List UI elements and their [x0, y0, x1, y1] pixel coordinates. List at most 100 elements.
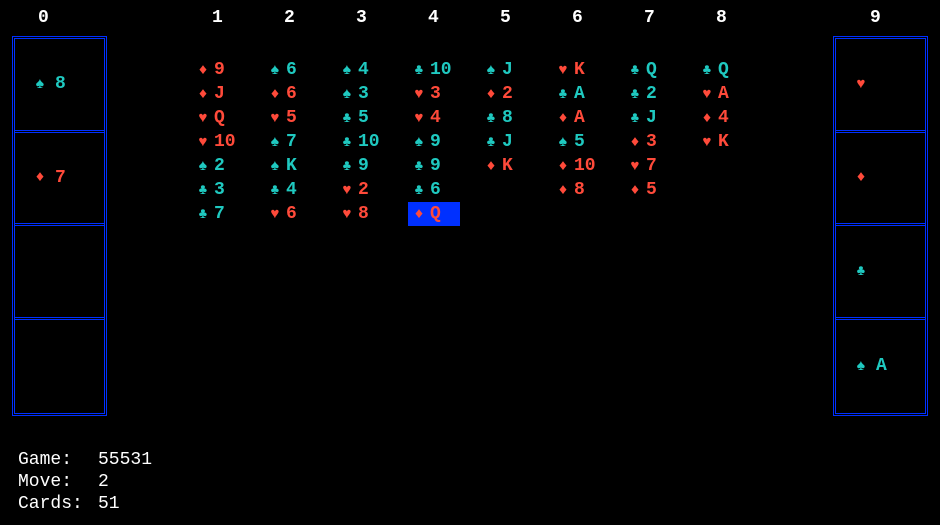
tableau-card[interactable]: ♠6 [264, 58, 316, 82]
card-rank: J [502, 60, 526, 80]
foundation-slot-2[interactable]: ♣ [836, 226, 925, 320]
spades-icon: ♠ [556, 134, 570, 151]
clubs-icon: ♣ [628, 62, 642, 79]
tableau-card[interactable]: ♣10 [408, 58, 460, 82]
card-rank: 2 [214, 156, 238, 176]
card-rank: K [574, 60, 598, 80]
card-rank: 10 [214, 132, 238, 152]
column-header-6: 6 [572, 8, 583, 28]
tableau-card[interactable]: ♦6 [264, 82, 316, 106]
tableau-card[interactable]: ♣9 [336, 154, 388, 178]
tableau-card[interactable]: ♥4 [408, 106, 460, 130]
tableau-column-4[interactable]: ♣10♥3♥4♠9♣9♣6♦Q [408, 58, 460, 226]
foundation-slot-1[interactable]: ♦ [836, 133, 925, 227]
game-label: Game: [18, 449, 98, 471]
tableau-column-5[interactable]: ♠J♦2♣8♣J♦K [480, 58, 532, 178]
tableau-card[interactable]: ♦J [192, 82, 244, 106]
diamonds-icon: ♦ [628, 182, 642, 199]
tableau-card[interactable]: ♦4 [696, 106, 748, 130]
tableau-card[interactable]: ♦8 [552, 178, 604, 202]
tableau-card[interactable]: ♠9 [408, 130, 460, 154]
tableau-card[interactable]: ♥2 [336, 178, 388, 202]
hearts-icon: ♥ [340, 182, 354, 199]
tableau-card[interactable]: ♣3 [192, 178, 244, 202]
tableau-card[interactable]: ♥10 [192, 130, 244, 154]
tableau-card[interactable]: ♣2 [624, 82, 676, 106]
tableau-column-1[interactable]: ♦9♦J♥Q♥10♠2♣3♣7 [192, 58, 244, 226]
card-rank: K [286, 156, 310, 176]
tableau-card[interactable]: ♦5 [624, 178, 676, 202]
tableau-card[interactable]: ♠5 [552, 130, 604, 154]
tableau-card[interactable]: ♥A [696, 82, 748, 106]
tableau-card[interactable]: ♣7 [192, 202, 244, 226]
tableau-card[interactable]: ♣5 [336, 106, 388, 130]
tableau-card[interactable]: ♦9 [192, 58, 244, 82]
column-header-5: 5 [500, 8, 511, 28]
tableau-column-2[interactable]: ♠6♦6♥5♠7♠K♣4♥6 [264, 58, 316, 226]
card-rank: 4 [286, 180, 310, 200]
card-rank: Q [646, 60, 670, 80]
freecell-slot-1[interactable]: ♦7 [15, 133, 104, 227]
card-rank: 2 [358, 180, 382, 200]
tableau-card[interactable]: ♦3 [624, 130, 676, 154]
tableau-card[interactable]: ♥K [552, 58, 604, 82]
tableau-card[interactable]: ♠J [480, 58, 532, 82]
clubs-icon: ♣ [340, 158, 354, 175]
foundations[interactable]: ♥♦♣♠A [833, 36, 928, 416]
tableau-card[interactable]: ♥5 [264, 106, 316, 130]
tableau-card[interactable]: ♣A [552, 82, 604, 106]
tableau-card[interactable]: ♠3 [336, 82, 388, 106]
tableau-card[interactable]: ♠2 [192, 154, 244, 178]
card-rank: 9 [214, 60, 238, 80]
tableau-card[interactable]: ♦Q [408, 202, 460, 226]
tableau-card[interactable]: ♠7 [264, 130, 316, 154]
tableau-card[interactable]: ♥6 [264, 202, 316, 226]
hearts-icon: ♥ [412, 86, 426, 103]
tableau-card[interactable]: ♦A [552, 106, 604, 130]
card-rank: 8 [502, 108, 526, 128]
tableau-card[interactable]: ♣Q [696, 58, 748, 82]
clubs-icon: ♣ [484, 110, 498, 127]
tableau-card[interactable]: ♣J [624, 106, 676, 130]
foundation-slot-0[interactable]: ♥ [836, 39, 925, 133]
clubs-icon: ♣ [412, 182, 426, 199]
column-header-8: 8 [716, 8, 727, 28]
tableau-card[interactable]: ♦K [480, 154, 532, 178]
tableau-card[interactable]: ♥3 [408, 82, 460, 106]
tableau-card[interactable]: ♥8 [336, 202, 388, 226]
freecell-slot-3[interactable] [15, 320, 104, 414]
clubs-icon: ♣ [340, 134, 354, 151]
diamonds-icon: ♦ [196, 86, 210, 103]
freecell-slot-0[interactable]: ♠8 [15, 39, 104, 133]
spades-icon: ♠ [268, 158, 282, 175]
freecell-slot-2[interactable] [15, 226, 104, 320]
cards-label: Cards: [18, 493, 98, 515]
tableau-column-8[interactable]: ♣Q♥A♦4♥K [696, 58, 748, 154]
tableau-card[interactable]: ♦10 [552, 154, 604, 178]
tableau-card[interactable]: ♣10 [336, 130, 388, 154]
spades-icon: ♠ [196, 158, 210, 175]
freecells[interactable]: ♠8♦7 [12, 36, 107, 416]
tableau-card[interactable]: ♠K [264, 154, 316, 178]
foundation-slot-3[interactable]: ♠A [836, 320, 925, 414]
card-rank: A [876, 356, 887, 376]
tableau-card[interactable]: ♣6 [408, 178, 460, 202]
tableau-card[interactable]: ♠4 [336, 58, 388, 82]
tableau-card[interactable]: ♣9 [408, 154, 460, 178]
card-rank: J [502, 132, 526, 152]
hearts-icon: ♥ [412, 110, 426, 127]
clubs-icon: ♣ [556, 86, 570, 103]
tableau-card[interactable]: ♣8 [480, 106, 532, 130]
tableau-card[interactable]: ♥7 [624, 154, 676, 178]
tableau-card[interactable]: ♣J [480, 130, 532, 154]
tableau-column-3[interactable]: ♠4♠3♣5♣10♣9♥2♥8 [336, 58, 388, 226]
card-rank: 6 [430, 180, 454, 200]
tableau-column-7[interactable]: ♣Q♣2♣J♦3♥7♦5 [624, 58, 676, 202]
tableau-column-6[interactable]: ♥K♣A♦A♠5♦10♦8 [552, 58, 604, 202]
tableau-card[interactable]: ♥Q [192, 106, 244, 130]
tableau-card[interactable]: ♦2 [480, 82, 532, 106]
tableau-card[interactable]: ♣4 [264, 178, 316, 202]
tableau-card[interactable]: ♣Q [624, 58, 676, 82]
card-rank: 5 [574, 132, 598, 152]
tableau-card[interactable]: ♥K [696, 130, 748, 154]
